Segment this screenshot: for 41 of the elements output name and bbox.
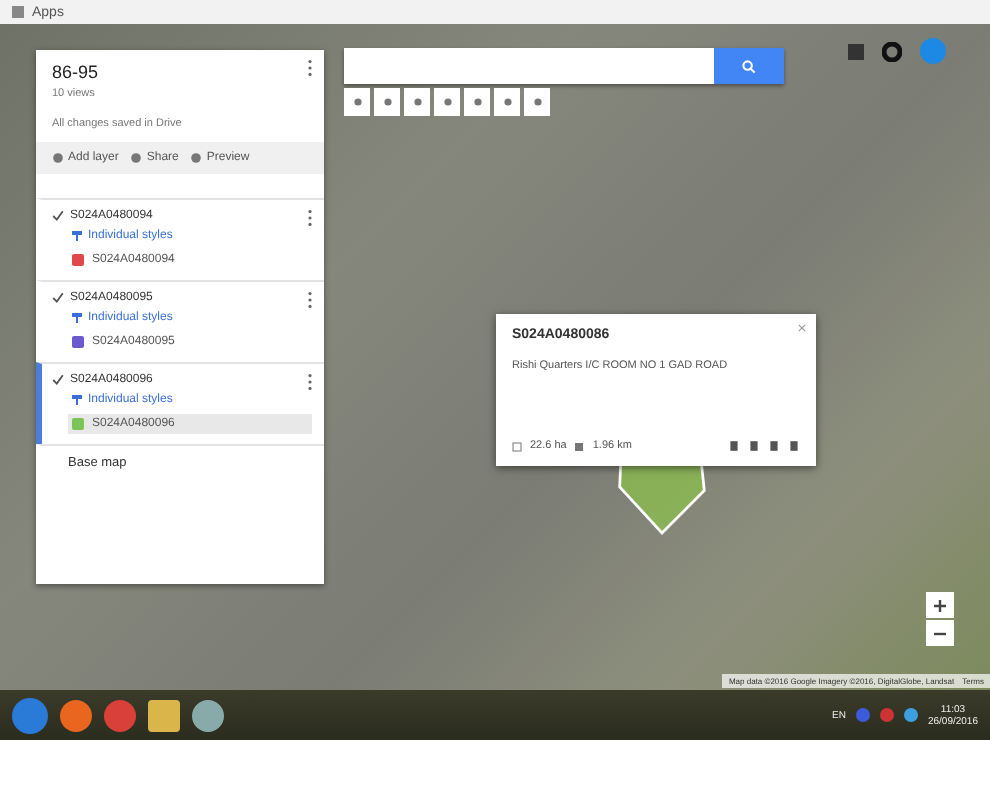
app-icon[interactable] (192, 699, 224, 731)
paint-roller-icon (72, 312, 82, 324)
start-button[interactable] (12, 697, 48, 733)
search-button[interactable] (714, 48, 784, 84)
tool-icon (351, 96, 363, 108)
settings-icon[interactable] (882, 42, 902, 62)
browser-icon[interactable] (60, 699, 92, 731)
browser-icon[interactable] (104, 699, 136, 731)
action-icon (190, 152, 203, 164)
area-icon (512, 441, 522, 451)
tool-icon (441, 96, 453, 108)
zoom-out-button[interactable] (926, 620, 954, 646)
check-icon[interactable] (52, 292, 64, 304)
folder-icon[interactable] (148, 699, 180, 731)
map-tool-button[interactable] (434, 88, 460, 116)
action-icon (130, 152, 143, 164)
zoom-in-button[interactable] (926, 592, 954, 618)
check-icon[interactable] (52, 210, 64, 222)
map-tool-button[interactable] (374, 88, 400, 116)
tool-icon (501, 96, 513, 108)
map-tool-button[interactable] (494, 88, 520, 116)
map-tool-button[interactable] (344, 88, 370, 116)
search-field[interactable] (344, 48, 714, 84)
map-title[interactable]: 86-95 (52, 62, 99, 82)
plus-icon (934, 599, 946, 611)
tool-icon (531, 96, 543, 108)
minus-icon (934, 627, 946, 639)
paint-roller-icon (72, 394, 82, 406)
map-tool-button[interactable] (464, 88, 490, 116)
check-icon[interactable] (52, 374, 64, 386)
map-tool-button[interactable] (524, 88, 550, 116)
tool-icon (471, 96, 483, 108)
search-icon (742, 59, 756, 73)
tool-icon (411, 96, 423, 108)
ruler-icon (574, 441, 585, 451)
close-icon[interactable] (798, 324, 806, 332)
satellite-map[interactable] (0, 24, 990, 690)
action-icon (52, 152, 64, 164)
tool-icon (381, 96, 393, 108)
map-tool-button[interactable] (404, 88, 430, 116)
paint-roller-icon (72, 230, 82, 242)
